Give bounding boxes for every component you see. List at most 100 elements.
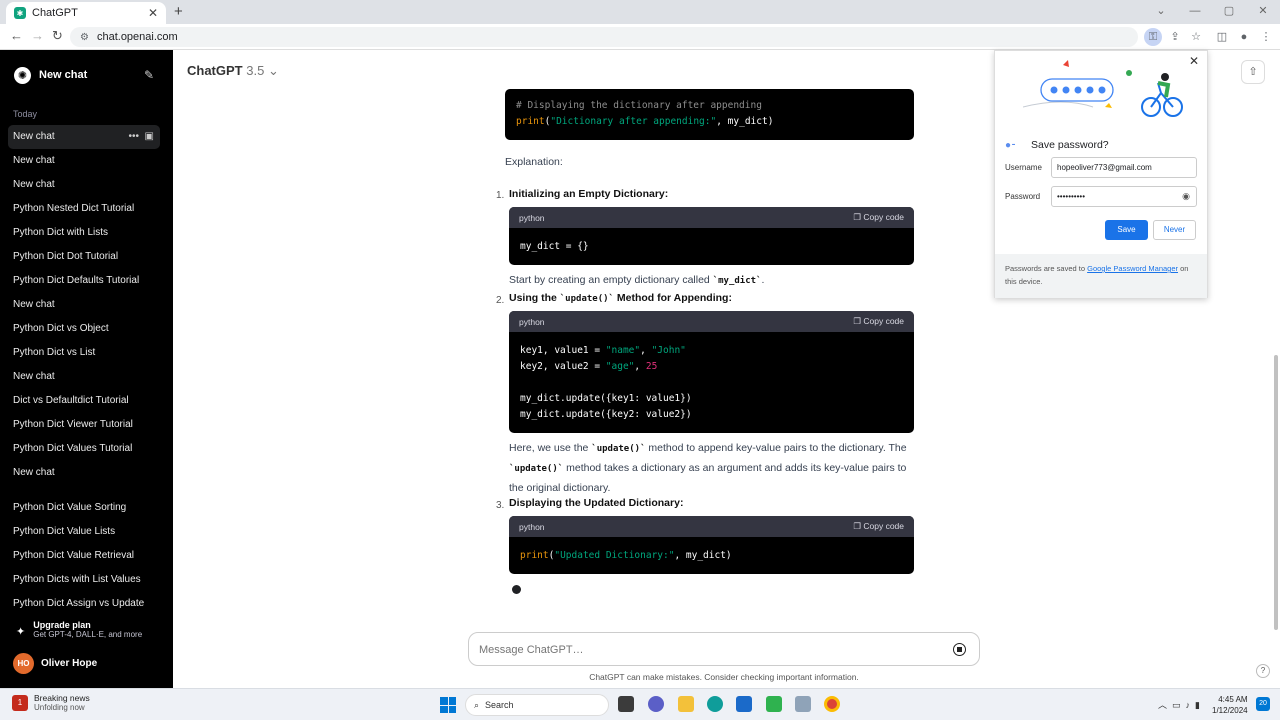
sidebar-chat-item[interactable]: Python Dicts with List Values — [8, 568, 160, 592]
password-label: Password — [1005, 192, 1041, 201]
sidebar-chat-item[interactable]: New chat — [8, 149, 160, 173]
help-button[interactable]: ? — [1256, 664, 1270, 678]
new-tab-icon[interactable]: + — [174, 3, 183, 20]
chat-title: Python Dict vs Object — [13, 323, 109, 334]
chat-title: New chat — [13, 371, 55, 382]
compose-icon[interactable]: ✎ — [144, 68, 154, 82]
app-icon[interactable] — [795, 696, 811, 712]
copy-code-button[interactable]: ❐ Copy code — [853, 316, 904, 327]
code-comment: # Displaying the dictionary after append… — [516, 100, 762, 111]
new-chat-button[interactable]: ✺ New chat ✎ — [8, 64, 160, 86]
side-panel-icon[interactable]: ◫ — [1213, 28, 1231, 46]
sidebar-chat-item[interactable]: Python Dict with Lists — [8, 221, 160, 245]
share-chat-icon[interactable]: ⇧ — [1241, 60, 1265, 84]
app-icon[interactable] — [766, 696, 782, 712]
never-button[interactable]: Never — [1153, 220, 1196, 240]
openai-logo-icon: ✺ — [14, 66, 31, 84]
step-title-text: Initializing an Empty Dictionary: — [509, 188, 669, 200]
sidebar-chat-item[interactable]: New chat — [8, 293, 160, 317]
url-bar[interactable]: ⚙ chat.openai.com — [70, 27, 1138, 47]
message-input[interactable] — [479, 641, 919, 659]
more-icon[interactable]: ••• — [128, 131, 139, 142]
code-block: python ❐ Copy code key1, value1 = "name"… — [509, 311, 914, 433]
scrollbar[interactable] — [1274, 355, 1278, 630]
sidebar-chat-item[interactable]: Python Dict Viewer Tutorial — [8, 413, 160, 437]
sidebar-chat-item[interactable]: Python Dict Value Sorting — [8, 496, 160, 520]
code-line: my_dict.update({key1: value1}) — [520, 393, 692, 404]
windows-start-icon[interactable] — [440, 697, 456, 713]
taskbar-search[interactable]: ⌕ Search — [465, 694, 609, 716]
eye-icon[interactable]: ◉ — [1182, 187, 1190, 206]
archive-icon[interactable]: ▣ — [145, 131, 154, 142]
menu-kebab-icon[interactable]: ⋮ — [1257, 28, 1275, 46]
sidebar-chat-item[interactable]: Python Dict Value Lists — [8, 520, 160, 544]
back-icon[interactable]: ← — [10, 28, 23, 43]
maximize-icon[interactable]: ▢ — [1212, 0, 1246, 24]
chrome-icon[interactable] — [824, 696, 840, 712]
code-token: , my_dict) — [716, 116, 774, 127]
sidebar-chat-item[interactable]: New chat — [8, 173, 160, 197]
sidebar-chat-item[interactable]: Python Dict Value Retrieval — [8, 544, 160, 568]
sidebar-chat-item[interactable]: New chat ••• ▣ — [8, 125, 160, 149]
password-manager-link[interactable]: Google Password Manager — [1087, 264, 1178, 273]
clock[interactable]: 4:45 AM 1/12/2024 — [1212, 694, 1248, 716]
browser-tab[interactable]: ✱ ChatGPT ✕ — [6, 2, 166, 24]
profile-icon[interactable]: ● — [1235, 28, 1253, 46]
edge-icon[interactable] — [707, 696, 723, 712]
code-token: key2, value2 = — [520, 361, 606, 372]
dialog-footer: Passwords are saved to Google Password M… — [995, 254, 1207, 298]
username-field[interactable]: hopeoliver773@gmail.com — [1051, 157, 1197, 178]
news-widget[interactable]: 1 Breaking news Unfolding now — [12, 693, 90, 712]
step-title-text: Displaying the Updated Dictionary: — [509, 497, 684, 509]
share-page-icon[interactable]: ⇪ — [1166, 28, 1184, 46]
step-title: Using the `update()` Method for Appendin… — [509, 289, 732, 309]
minimize-icon[interactable]: — — [1178, 0, 1212, 24]
password-field[interactable]: •••••••••• ◉ — [1051, 186, 1197, 207]
store-icon[interactable] — [736, 696, 752, 712]
text: Here, we use the — [509, 442, 592, 454]
save-button[interactable]: Save — [1105, 220, 1148, 240]
upgrade-plan-button[interactable]: ✦ Upgrade plan Get GPT-4, DALL·E, and mo… — [8, 620, 168, 646]
bookmark-star-icon[interactable]: ☆ — [1187, 28, 1205, 46]
sidebar-chat-item[interactable]: Dict vs Defaultdict Tutorial — [8, 389, 160, 413]
code-header: python ❐ Copy code — [509, 311, 914, 332]
stop-generating-button[interactable] — [953, 643, 966, 656]
dialog-title: Save password? — [1031, 139, 1109, 151]
sidebar-chat-item[interactable]: Python Dict vs List — [8, 341, 160, 365]
sidebar-chat-item[interactable]: Python Dict Defaults Tutorial — [8, 269, 160, 293]
sidebar-chat-item[interactable]: Python Nested Dict Tutorial — [8, 197, 160, 221]
user-menu[interactable]: HO Oliver Hope — [13, 653, 97, 674]
close-window-icon[interactable]: ✕ — [1246, 0, 1280, 24]
sidebar-chat-item[interactable]: Python Dict Dot Tutorial — [8, 245, 160, 269]
chat-title: Python Dict Dot Tutorial — [13, 251, 119, 262]
sidebar-chat-item[interactable]: New chat — [8, 461, 160, 485]
upgrade-title: Upgrade plan — [33, 620, 91, 630]
reload-icon[interactable]: ↻ — [52, 28, 63, 44]
chat-title: Python Dict Value Lists — [13, 526, 116, 537]
notification-badge[interactable]: 20 — [1256, 697, 1270, 711]
sidebar-chat-item[interactable]: Python Dict Values Tutorial — [8, 437, 160, 461]
model-selector[interactable]: ChatGPT 3.5 ⌄ — [187, 63, 279, 79]
sidebar-chat-item[interactable]: Python Dict Assign vs Update — [8, 592, 160, 616]
sidebar-chat-item[interactable]: Python Dict vs Object — [8, 317, 160, 341]
chat-app-icon[interactable] — [648, 696, 664, 712]
sidebar-chat-item[interactable]: New chat — [8, 365, 160, 389]
close-tab-icon[interactable]: ✕ — [148, 6, 158, 20]
key-icon[interactable]: ⚿ — [1144, 28, 1162, 46]
task-view-icon[interactable] — [618, 696, 634, 712]
chevron-down-icon[interactable]: ⌄ — [1144, 0, 1178, 24]
explanation-heading: Explanation: — [505, 156, 563, 168]
copy-code-button[interactable]: ❐ Copy code — [853, 212, 904, 223]
system-tray[interactable]: ︿ ▭ ♪ ▮ — [1158, 698, 1200, 711]
copy-code-button[interactable]: ❐ Copy code — [853, 521, 904, 532]
code-language: python — [519, 316, 545, 327]
sparkle-icon: ✦ — [16, 626, 26, 638]
site-info-icon[interactable]: ⚙ — [80, 32, 89, 43]
date: 1/12/2024 — [1212, 706, 1248, 715]
taskbar: 1 Breaking news Unfolding now ⌕ Search ︿… — [0, 688, 1280, 720]
chat-title: Python Dict Assign vs Update — [13, 598, 145, 609]
forward-icon[interactable]: → — [31, 28, 44, 43]
chat-title: Python Dict Value Retrieval — [13, 550, 134, 561]
file-explorer-icon[interactable] — [678, 696, 694, 712]
chat-title: Dict vs Defaultdict Tutorial — [13, 395, 129, 406]
